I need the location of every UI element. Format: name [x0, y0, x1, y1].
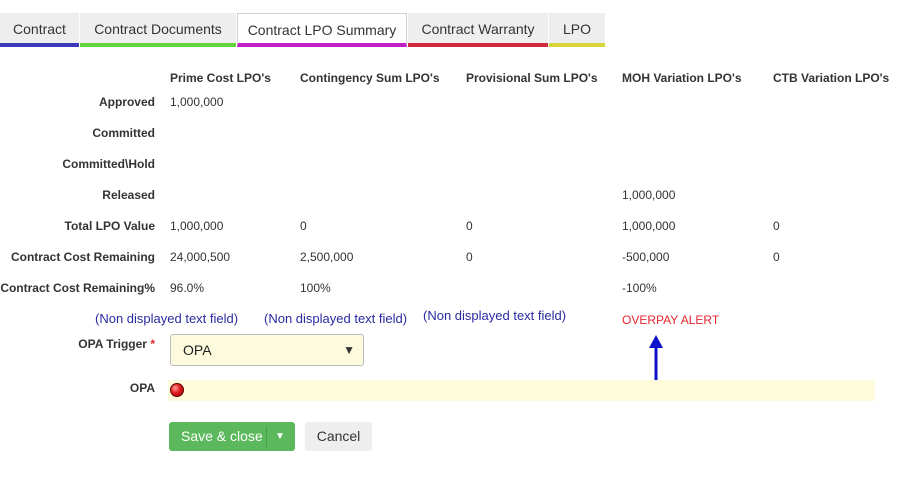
non-displayed-text-field: (Non displayed text field): [423, 308, 567, 323]
column-header-provisional-sum: Provisional Sum LPO's: [466, 71, 598, 85]
table-cell: 100%: [300, 281, 331, 295]
opa-label: OPA: [129, 381, 155, 395]
column-header-prime-cost: Prime Cost LPO's: [170, 71, 271, 85]
table-cell: 0: [466, 219, 473, 233]
table-cell: 1,000,000: [622, 188, 676, 202]
red-status-dot-icon: [170, 383, 184, 397]
table-cell: 1,000,000: [622, 219, 676, 233]
opa-field: [168, 380, 875, 401]
table-cell: 0: [466, 250, 473, 264]
row-label-committed-hold: Committed\Hold: [62, 157, 155, 171]
row-label-approved: Approved: [98, 95, 155, 109]
tab-label: Contract Warranty: [421, 21, 535, 37]
table-cell: 2,500,000: [300, 250, 354, 264]
row-label-committed: Committed: [92, 126, 155, 140]
required-mark: *: [150, 337, 155, 351]
tab-label: Contract: [13, 21, 66, 37]
non-displayed-text-field: (Non displayed text field): [95, 311, 239, 326]
chevron-down-icon: ▼: [343, 343, 355, 357]
tab-label: Contract Documents: [94, 21, 222, 37]
button-divider: [266, 426, 267, 447]
table-cell: 0: [773, 219, 780, 233]
table-cell: 96.0%: [170, 281, 205, 295]
opa-trigger-value: OPA: [183, 342, 212, 358]
row-label-contract-cost-remaining: Contract Cost Remaining: [10, 250, 155, 264]
opa-trigger-label: OPA Trigger *: [78, 337, 155, 351]
cancel-button[interactable]: Cancel: [305, 422, 372, 451]
row-label-released: Released: [102, 188, 155, 202]
save-close-button[interactable]: Save & close ▼: [169, 422, 295, 451]
save-close-label: Save & close: [181, 428, 263, 444]
tab-contract-warranty[interactable]: Contract Warranty: [408, 13, 548, 47]
tab-label: Contract LPO Summary: [247, 22, 397, 38]
tab-contract[interactable]: Contract: [0, 13, 79, 47]
tab-contract-lpo-summary[interactable]: Contract LPO Summary: [237, 13, 407, 47]
overpay-alert: OVERPAY ALERT: [622, 313, 720, 327]
column-header-ctb-variation: CTB Variation LPO's: [773, 71, 890, 85]
opa-trigger-label-text: OPA Trigger: [78, 337, 147, 351]
table-cell: 0: [300, 219, 307, 233]
tab-lpo[interactable]: LPO: [549, 13, 605, 47]
opa-trigger-select[interactable]: OPA ▼: [170, 334, 364, 366]
table-cell: -100%: [622, 281, 657, 295]
table-cell: 0: [773, 250, 780, 264]
tab-contract-documents[interactable]: Contract Documents: [80, 13, 236, 47]
chevron-down-icon[interactable]: ▼: [275, 422, 285, 451]
table-cell: -500,000: [622, 250, 670, 264]
column-header-moh-variation: MOH Variation LPO's: [622, 71, 742, 85]
column-header-contingency-sum: Contingency Sum LPO's: [300, 71, 440, 85]
row-label-total-lpo-value: Total LPO Value: [64, 219, 155, 233]
table-cell: 1,000,000: [170, 95, 224, 109]
row-label-contract-cost-remaining-pct: Contract Cost Remaining%: [0, 281, 155, 295]
non-displayed-text-field: (Non displayed text field): [264, 311, 408, 326]
tab-label: LPO: [562, 21, 591, 37]
table-cell: 24,000,500: [170, 250, 231, 264]
table-cell: 1,000,000: [170, 219, 224, 233]
